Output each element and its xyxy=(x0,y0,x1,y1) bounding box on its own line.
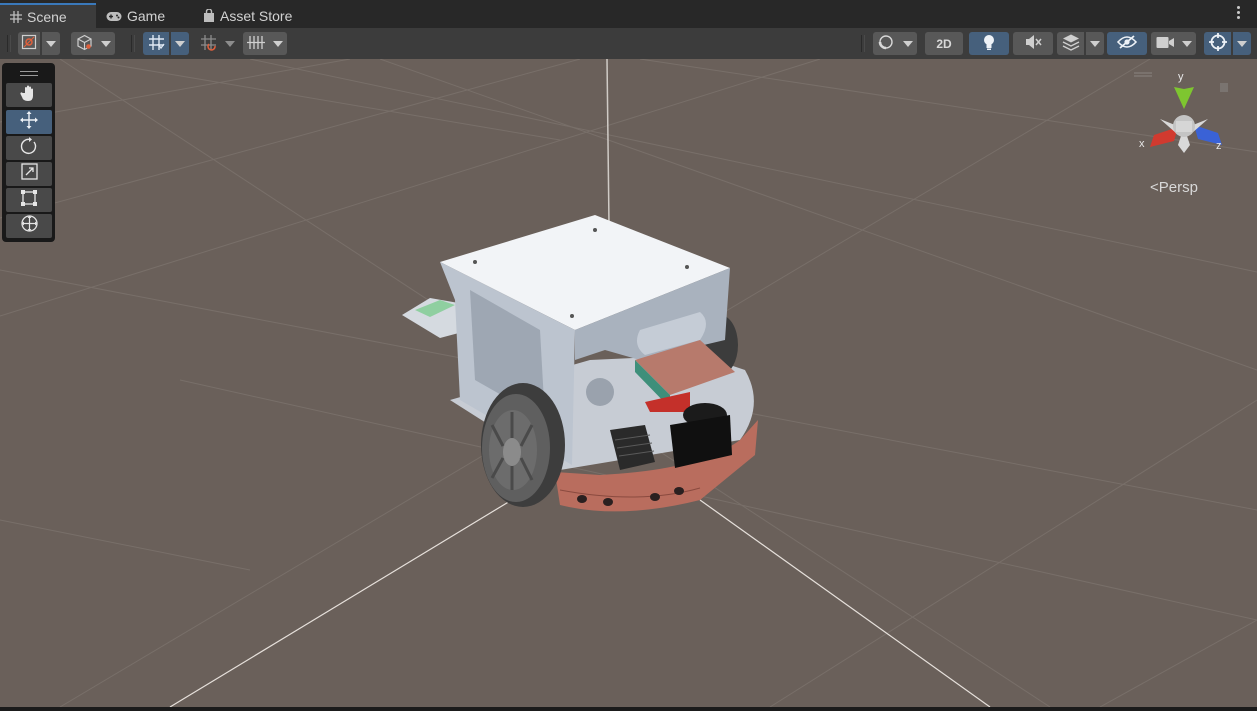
chevron-down-icon xyxy=(101,40,111,47)
gizmos-dropdown[interactable] xyxy=(1233,32,1251,55)
rect-tool-button[interactable] xyxy=(6,188,52,212)
layers-fx-icon xyxy=(1062,34,1080,54)
hand-tool-icon xyxy=(20,84,38,107)
draw-mode-icon xyxy=(21,34,37,53)
mute-audio-icon xyxy=(1024,34,1042,53)
shading-mode-dropdown[interactable] xyxy=(97,32,115,55)
shading-mode-button[interactable] xyxy=(71,32,97,55)
fx-dropdown[interactable] xyxy=(1086,32,1104,55)
camera-settings-button[interactable] xyxy=(1151,32,1178,55)
projection-toggle[interactable]: <Persp xyxy=(1150,179,1198,196)
light-bulb-icon xyxy=(982,34,996,54)
gizmos-icon xyxy=(1208,33,1227,54)
toolbar-separator xyxy=(861,35,865,52)
more-options-icon[interactable] xyxy=(1237,6,1241,21)
grid-snap-icon xyxy=(148,34,165,54)
toolbar-separator xyxy=(7,35,11,52)
gizmo-x-label: x xyxy=(1139,138,1145,150)
rotate-tool-icon xyxy=(20,136,38,160)
increment-snap-dropdown[interactable] xyxy=(221,32,239,55)
mode-2d-button[interactable]: 2D xyxy=(925,32,963,55)
window-bottom-border xyxy=(0,707,1257,711)
transform-tool-icon xyxy=(20,214,39,238)
tab-bar: Scene Game Asset Store xyxy=(0,0,1257,29)
tab-asset-store[interactable]: Asset Store xyxy=(203,4,292,28)
perspective-arrow-icon: < xyxy=(1150,179,1159,196)
draw-mode-button[interactable] xyxy=(18,32,40,55)
grid-visibility-button[interactable] xyxy=(243,32,269,55)
scene-toolbar: 2D xyxy=(0,28,1257,60)
tab-game-label: Game xyxy=(127,8,166,24)
draw-mode-dropdown[interactable] xyxy=(42,32,60,55)
scene-visibility-toggle[interactable] xyxy=(1107,32,1147,55)
grid-hash-icon xyxy=(10,10,22,23)
tab-asset-store-label: Asset Store xyxy=(220,8,293,24)
scene-viewport[interactable] xyxy=(0,59,1257,707)
gizmos-button[interactable] xyxy=(1204,32,1231,55)
increment-snap-icon xyxy=(200,34,217,54)
camera-settings-dropdown[interactable] xyxy=(1178,32,1196,55)
scale-tool-icon xyxy=(20,163,38,185)
chevron-down-icon xyxy=(273,40,283,47)
grid-visibility-icon xyxy=(247,35,265,53)
chevron-down-icon xyxy=(1182,40,1192,47)
hand-tool-button[interactable] xyxy=(6,83,52,107)
chevron-down-icon xyxy=(903,40,913,47)
grid-snap-button[interactable] xyxy=(143,32,169,55)
rotate-tool-button[interactable] xyxy=(6,136,52,160)
toolbar-separator xyxy=(131,35,135,52)
world-z-axis xyxy=(699,499,991,707)
scene-render xyxy=(0,59,1257,707)
axis-gizmo-icon xyxy=(1134,72,1228,153)
effects-button[interactable] xyxy=(873,32,899,55)
tab-game[interactable]: Game xyxy=(106,4,165,28)
grid-snap-dropdown[interactable] xyxy=(171,32,189,55)
grid-visibility-dropdown[interactable] xyxy=(269,32,287,55)
chevron-down-icon xyxy=(46,40,56,47)
tab-scene[interactable]: Scene xyxy=(0,3,96,28)
drag-handle[interactable] xyxy=(20,71,38,79)
increment-snap-button[interactable] xyxy=(195,32,221,55)
audio-toggle[interactable] xyxy=(1013,32,1053,55)
chevron-down-icon xyxy=(1090,40,1100,47)
robot-model[interactable] xyxy=(402,215,758,512)
effects-dropdown[interactable] xyxy=(899,32,917,55)
gamepad-icon xyxy=(106,11,122,22)
chevron-down-icon xyxy=(175,40,185,47)
projection-label: Persp xyxy=(1158,179,1198,196)
hidden-eye-icon xyxy=(1116,35,1138,52)
shopping-bag-icon xyxy=(203,9,215,23)
rect-tool-icon xyxy=(20,189,38,212)
world-x-axis xyxy=(169,494,521,707)
shading-mode-icon xyxy=(76,34,93,54)
transform-tool-button[interactable] xyxy=(6,214,52,238)
tools-overlay xyxy=(2,63,55,242)
orientation-gizmo[interactable]: y x z xyxy=(1132,71,1242,176)
orbit-effects-icon xyxy=(877,33,895,54)
scale-tool-button[interactable] xyxy=(6,162,52,186)
chevron-down-icon xyxy=(1237,40,1247,47)
gizmo-z-label: z xyxy=(1216,140,1222,152)
move-tool-icon xyxy=(20,110,38,134)
tab-scene-label: Scene xyxy=(27,8,67,25)
lighting-toggle[interactable] xyxy=(969,32,1009,55)
camera-icon xyxy=(1156,36,1174,52)
gizmo-y-label: y xyxy=(1178,71,1184,83)
unity-scene-window: Scene Game Asset Store 2D y x z <Persp xyxy=(0,0,1257,711)
chevron-down-icon xyxy=(225,40,235,47)
world-y-axis xyxy=(606,59,610,226)
fx-button[interactable] xyxy=(1057,32,1084,55)
move-tool-button[interactable] xyxy=(6,110,52,134)
mode-2d-label: 2D xyxy=(936,36,952,51)
